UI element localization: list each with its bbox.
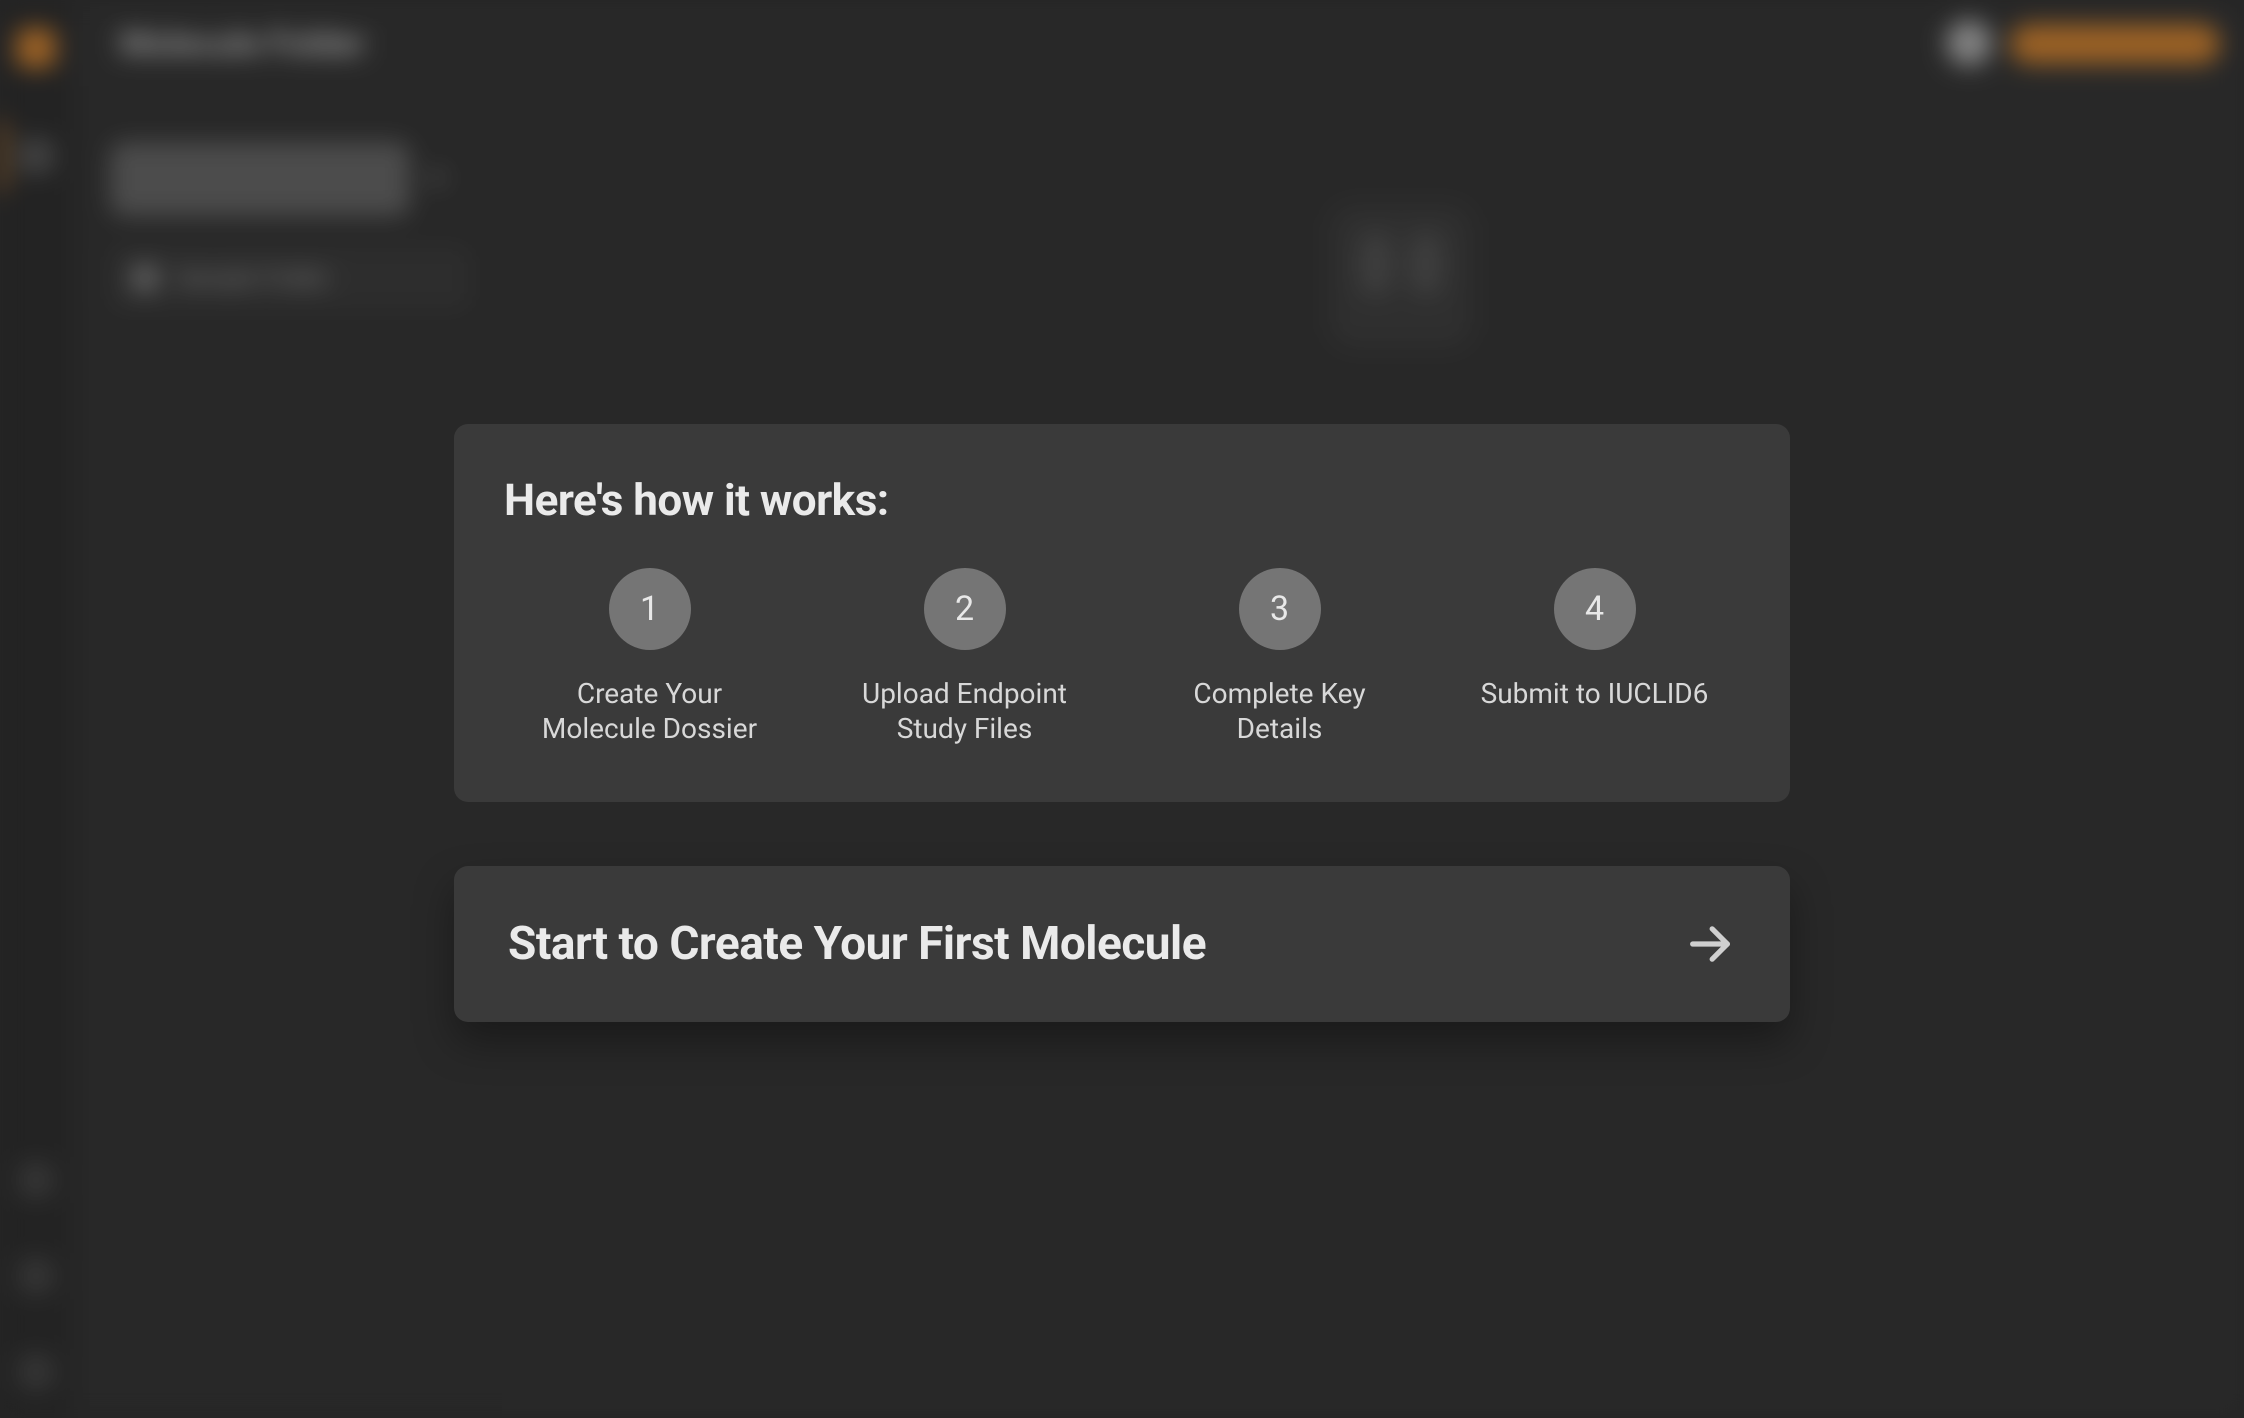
how-it-works-card: Here's how it works: 1 Create Your Molec… — [454, 424, 1790, 802]
step-1: 1 Create Your Molecule Dossier — [504, 568, 795, 746]
step-3: 3 Complete Key Details — [1134, 568, 1425, 746]
step-badge: 2 — [924, 568, 1006, 650]
step-label: Upload Endpoint Study Files — [835, 676, 1095, 746]
how-it-works-title: Here's how it works: — [504, 474, 1740, 526]
step-badge: 1 — [609, 568, 691, 650]
onboarding-modal: Here's how it works: 1 Create Your Molec… — [454, 424, 1790, 1022]
step-label: Complete Key Details — [1150, 676, 1410, 746]
steps-row: 1 Create Your Molecule Dossier 2 Upload … — [504, 568, 1740, 746]
arrow-right-icon — [1684, 918, 1736, 970]
step-label: Create Your Molecule Dossier — [520, 676, 780, 746]
start-create-title: Start to Create Your First Molecule — [508, 917, 1206, 971]
start-create-card[interactable]: Start to Create Your First Molecule — [454, 866, 1790, 1022]
step-4: 4 Submit to IUCLID6 — [1449, 568, 1740, 746]
step-label: Submit to IUCLID6 — [1481, 676, 1709, 711]
step-badge: 4 — [1554, 568, 1636, 650]
step-2: 2 Upload Endpoint Study Files — [819, 568, 1110, 746]
step-badge: 3 — [1239, 568, 1321, 650]
